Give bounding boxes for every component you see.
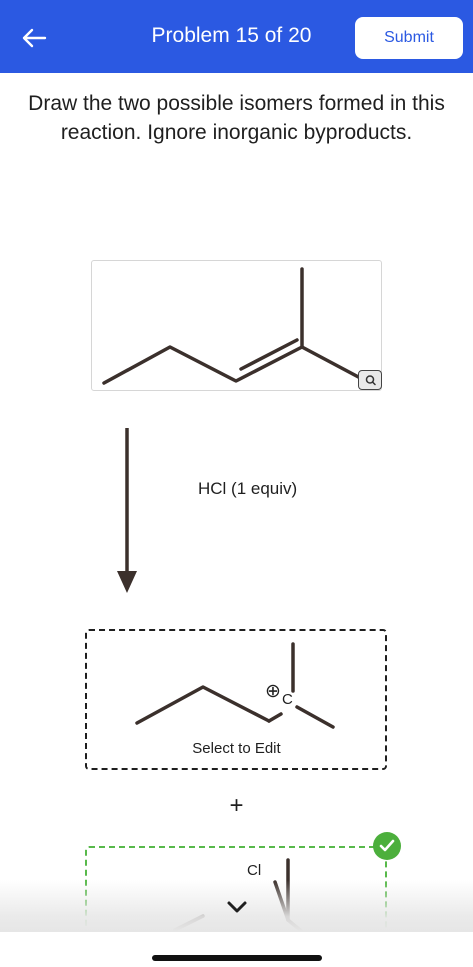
submit-button[interactable]: Submit — [355, 17, 463, 59]
checkmark-icon — [379, 839, 395, 852]
zoom-button[interactable] — [358, 370, 382, 390]
top-bar: Problem 15 of 20 Submit — [0, 0, 473, 73]
carbocation-atom-label: C — [282, 691, 293, 708]
home-indicator-area — [0, 932, 473, 967]
question-text: Draw the two possible isomers formed in … — [28, 92, 445, 144]
reactant-skeletal-structure — [102, 267, 368, 385]
correct-badge — [373, 832, 401, 860]
plus-sign: + — [229, 792, 244, 819]
carbocation-charge: ⊕ — [265, 681, 281, 702]
collapse-toggle-button[interactable] — [222, 896, 252, 918]
reaction-arrow — [117, 428, 137, 593]
chevron-down-icon — [227, 901, 247, 913]
select-to-edit-label[interactable]: Select to Edit — [0, 740, 473, 757]
magnifier-icon — [365, 375, 376, 386]
chlorine-atom-label: Cl — [247, 862, 262, 879]
reagent-label: HCl (1 equiv) — [198, 479, 298, 498]
reactant-structure-box[interactable] — [91, 260, 382, 391]
home-indicator[interactable] — [152, 955, 322, 961]
